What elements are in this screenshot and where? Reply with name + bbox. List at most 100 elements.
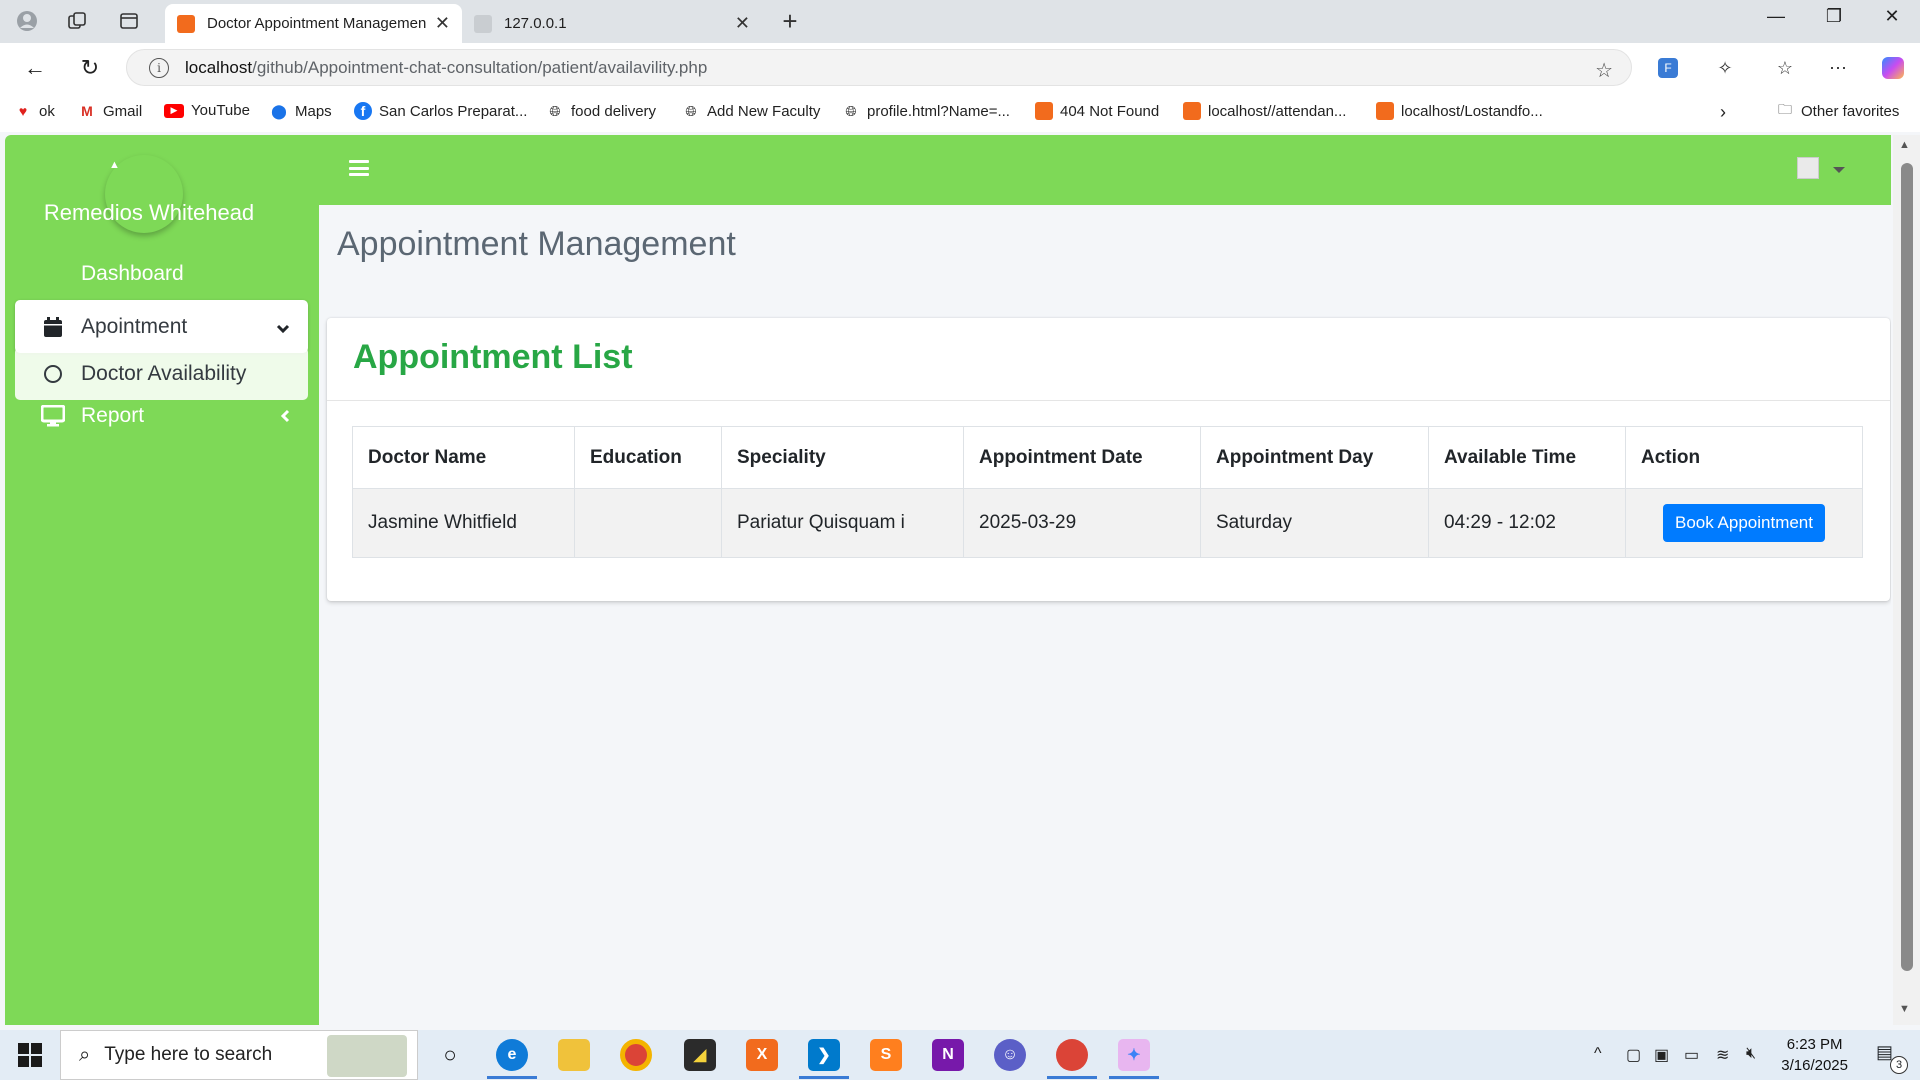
column-header: Appointment Date: [963, 426, 1201, 489]
vertical-tabs-icon[interactable]: [116, 8, 142, 34]
scroll-up-icon[interactable]: ▲: [1899, 139, 1910, 151]
bookmark-profile[interactable]: 🌐︎ profile.html?Name=...: [842, 102, 1010, 120]
wifi-icon[interactable]: ≋: [1716, 1045, 1729, 1065]
bookmark-ok[interactable]: ♥ ok: [14, 102, 55, 120]
tab-doctor-appointment[interactable]: Doctor Appointment Managemen ✕: [165, 4, 462, 43]
favorites-icon[interactable]: ☆: [1772, 55, 1798, 81]
taskbar: ⌕ Type here to search ○ e ◢ X ❯ S N ☺ ✦ …: [0, 1030, 1920, 1080]
other-favorites[interactable]: 🗀︎ Other favorites: [1776, 101, 1899, 120]
new-tab-icon[interactable]: +: [777, 6, 803, 36]
column-header: Education: [574, 426, 722, 489]
circle-icon: [41, 364, 65, 384]
app-viewport: ▲ Remedios Whitehead Dashboard Apointmen…: [5, 135, 1891, 1025]
chevron-left-icon: [280, 405, 290, 429]
scroll-down-icon[interactable]: ▼: [1899, 1003, 1910, 1015]
notification-count-badge: 3: [1890, 1056, 1908, 1074]
favorite-star-icon[interactable]: ☆: [1595, 58, 1613, 83]
url-input[interactable]: i localhost/github/Appointment-chat-cons…: [126, 49, 1632, 86]
user-avatar-icon[interactable]: [1797, 157, 1819, 179]
bookmark-maps[interactable]: ⬤ Maps: [270, 102, 332, 120]
chrome-profile-icon[interactable]: [1056, 1039, 1088, 1071]
file-explorer-icon[interactable]: [558, 1039, 590, 1071]
broken-image-icon: ▲: [109, 159, 120, 171]
book-appointment-button[interactable]: Book Appointment: [1663, 504, 1825, 542]
doctor-name-cell: Jasmine Whitfield: [352, 488, 575, 558]
column-header: Doctor Name: [352, 426, 575, 489]
show-hidden-icons-chevron-icon[interactable]: ^: [1594, 1045, 1602, 1063]
user-name[interactable]: Remedios Whitehead: [5, 200, 293, 226]
bookmark-attendance[interactable]: localhost//attendan...: [1183, 102, 1346, 120]
facebook-icon: f: [354, 102, 372, 120]
speciality-cell: Pariatur Quisquam i: [721, 488, 964, 558]
minimize-icon[interactable]: —: [1756, 6, 1796, 27]
xampp-icon: [1183, 102, 1201, 120]
taskbar-search-input[interactable]: ⌕ Type here to search: [60, 1030, 418, 1080]
bookmark-food-delivery[interactable]: 🌐︎ food delivery: [546, 102, 656, 120]
youtube-icon: ▶: [164, 103, 184, 118]
edge-icon[interactable]: e: [496, 1039, 528, 1071]
scroll-thumb[interactable]: [1901, 163, 1913, 971]
desktop-icon: [41, 404, 65, 427]
column-header: Appointment Day: [1200, 426, 1429, 489]
search-highlight-image: [327, 1035, 407, 1077]
bookmark-lostandfound[interactable]: localhost/Lostandfo...: [1376, 102, 1543, 120]
caret-down-icon[interactable]: [1833, 167, 1845, 173]
volume-muted-icon[interactable]: 🔇︎: [1746, 1045, 1756, 1063]
bookmark-san-carlos[interactable]: f San Carlos Preparat...: [354, 102, 527, 120]
display-icon[interactable]: ▣: [1654, 1045, 1669, 1065]
page-scrollbar[interactable]: ▲ ▼: [1893, 135, 1920, 1025]
search-icon: ⌕: [79, 1043, 91, 1066]
sidebar-item-report[interactable]: Report: [15, 389, 308, 442]
discord-icon[interactable]: ☺: [994, 1039, 1026, 1071]
more-bookmarks-chevron-icon[interactable]: ›: [1720, 102, 1726, 123]
browser-tab-bar: Doctor Appointment Managemen ✕ 127.0.0.1…: [0, 0, 1920, 43]
more-menu-icon[interactable]: ⋯: [1825, 55, 1851, 81]
bookmarks-bar: ♥ ok M Gmail ▶ YouTube ⬤ Maps f San Carlos Pr…: [0, 92, 1920, 132]
table-row: Jasmine Whitfield Pariatur Quisquam i 20…: [352, 488, 1863, 558]
column-header: Available Time: [1428, 426, 1626, 489]
top-navbar: [319, 135, 1891, 205]
cortana-icon[interactable]: ○: [434, 1039, 466, 1071]
site-info-icon[interactable]: i: [149, 57, 169, 78]
tab-localhost[interactable]: 127.0.0.1 ✕: [462, 4, 762, 43]
refresh-icon[interactable]: ↻: [75, 53, 105, 83]
xampp-icon: [1376, 102, 1394, 120]
meet-now-icon[interactable]: ▢: [1626, 1045, 1641, 1065]
sidebar: ▲ Remedios Whitehead Dashboard Apointmen…: [5, 135, 319, 1025]
restore-icon[interactable]: ❐: [1814, 6, 1854, 27]
windows-start-icon[interactable]: [18, 1043, 42, 1067]
close-window-icon[interactable]: ✕: [1872, 6, 1912, 27]
gemini-icon[interactable]: ✦: [1118, 1039, 1150, 1071]
column-header: Speciality: [721, 426, 964, 489]
calendar-icon: [41, 316, 65, 338]
sticky-notes-icon[interactable]: ◢: [684, 1039, 716, 1071]
battery-icon[interactable]: ▭: [1684, 1045, 1699, 1065]
xampp-icon[interactable]: X: [746, 1039, 778, 1071]
page-title: Appointment Management: [337, 225, 736, 263]
workspaces-icon[interactable]: [64, 8, 90, 34]
profile-icon[interactable]: [14, 8, 40, 34]
extension-icon[interactable]: F: [1655, 55, 1681, 81]
close-tab-icon[interactable]: ✕: [735, 13, 750, 34]
extensions-puzzle-icon[interactable]: ✧: [1712, 55, 1738, 81]
available-time-cell: 04:29 - 12:02: [1428, 488, 1626, 558]
bookmark-add-faculty[interactable]: 🌐︎ Add New Faculty: [682, 102, 820, 120]
system-clock[interactable]: 6:23 PM 3/16/2025: [1781, 1034, 1848, 1076]
copilot-icon[interactable]: [1880, 55, 1906, 81]
chrome-icon[interactable]: [620, 1039, 652, 1071]
xampp-icon: [1035, 102, 1053, 120]
globe-icon: 🌐︎: [685, 102, 697, 119]
folder-icon: 🗀︎: [1778, 101, 1792, 117]
bookmark-gmail[interactable]: M Gmail: [78, 102, 142, 120]
close-tab-icon[interactable]: ✕: [435, 13, 450, 34]
sidebar-item-dashboard[interactable]: Dashboard: [15, 247, 308, 300]
chevron-down-icon: [276, 316, 290, 340]
bookmark-404[interactable]: 404 Not Found: [1035, 102, 1159, 120]
hamburger-menu-icon[interactable]: [349, 160, 369, 176]
bookmark-youtube[interactable]: ▶ YouTube: [164, 102, 250, 119]
sidebar-item-apointment[interactable]: Apointment: [15, 300, 308, 353]
sublime-text-icon[interactable]: S: [870, 1039, 902, 1071]
vscode-icon[interactable]: ❯: [808, 1039, 840, 1071]
onenote-icon[interactable]: N: [932, 1039, 964, 1071]
back-icon[interactable]: ←: [20, 53, 50, 83]
